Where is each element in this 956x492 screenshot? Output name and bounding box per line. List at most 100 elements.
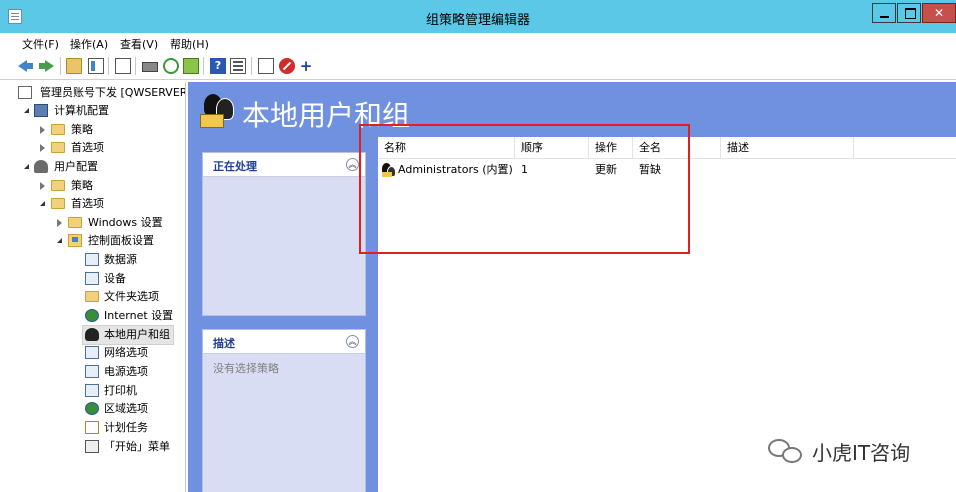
tree-pane: 管理员账号下发 [QWSERVER-0 计算机配置 策略 首选项 用户配置 策略… [14,82,186,492]
back-arrow-icon[interactable] [18,58,34,74]
menu-view[interactable]: 查看(V) [120,36,158,52]
clipboard-icon[interactable] [115,58,131,74]
toolbar-separator [108,57,109,75]
folder-icon [51,198,65,209]
refresh-icon[interactable] [163,58,179,74]
folder-options-icon [85,291,99,302]
column-header-description[interactable]: 描述 [721,137,854,159]
description-panel-body: 没有选择策略 [213,362,279,375]
watermark-text: 小虎IT咨询 [812,441,911,465]
policy-icon [18,86,32,99]
add-icon[interactable]: + [298,58,314,74]
tree-item-label: 网络选项 [104,346,148,359]
scheduled-task-icon [85,421,99,434]
column-header-order[interactable]: 顺序 [515,137,589,159]
content-title: 本地用户和组 [242,99,411,132]
folder-up-icon[interactable] [66,58,82,74]
tree-item-label: 首选项 [71,197,104,210]
expand-icon[interactable] [40,126,45,134]
processing-panel-header[interactable]: 正在处理 ︽ [203,153,365,177]
processing-panel: 正在处理 ︽ [202,152,366,316]
maximize-button[interactable] [897,3,921,23]
network-icon [85,346,99,359]
stop-icon[interactable] [279,58,295,74]
print-icon[interactable] [142,62,158,72]
data-source-icon [85,253,99,266]
menu-help[interactable]: 帮助(H) [170,36,209,52]
collapse-chevron-icon[interactable]: ︽ [346,335,359,348]
tree-item-label: 首选项 [71,141,104,154]
description-panel-header[interactable]: 描述 ︽ [203,330,365,354]
group-icon [382,163,396,177]
close-button[interactable] [922,3,956,23]
show-pane-icon[interactable] [88,58,104,74]
tree-item-label: 「开始」菜单 [104,440,170,453]
list-header: 名称 顺序 操作 全名 描述 [378,137,956,159]
cell-name: Administrators (内置) [398,163,513,176]
content-area: 本地用户和组 正在处理 ︽ 描述 ︽ 没有选择策略 名称 顺序 操作 全名 描述… [188,82,956,492]
folder-icon [68,217,82,228]
tree-item-label: 策略 [71,179,93,192]
column-header-action[interactable]: 操作 [589,137,633,159]
help-icon[interactable]: ? [210,58,226,74]
tree-item-label: 设备 [104,272,126,285]
toolbar: ? + [0,53,956,80]
menu-bar: 文件(F) 操作(A) 查看(V) 帮助(H) [0,33,956,53]
collapse-icon[interactable] [40,201,45,206]
processing-panel-title: 正在处理 [213,160,257,173]
tree-item-label: 策略 [71,123,93,136]
control-panel-icon [68,234,82,247]
tree-item-label: 区域选项 [104,402,148,415]
tree-item-label: Internet 设置 [104,309,174,322]
tree-item-label: 数据源 [104,253,137,266]
cell-fullname: 暂缺 [639,163,661,176]
minimize-button[interactable] [872,3,896,23]
tree-item-label: 文件夹选项 [104,290,159,303]
expand-icon[interactable] [40,144,45,152]
tree-item-label: 管理员账号下发 [QWSERVER-0 [40,86,186,99]
wechat-logo-icon [768,439,806,465]
forward-arrow-icon[interactable] [38,58,54,74]
tree-item-label: 打印机 [104,384,137,397]
tree-item-local-users-groups[interactable]: 本地用户和组 [82,325,174,345]
toolbar-separator [203,57,204,75]
device-icon [85,272,99,285]
globe-icon [85,402,99,415]
expand-icon[interactable] [57,219,62,227]
tree-item-label: 控制面板设置 [88,234,154,247]
window-title: 组策略管理编辑器 [425,13,530,28]
collapse-chevron-icon[interactable]: ︽ [346,158,359,171]
table-row[interactable]: Administrators (内置) 1 更新 暂缺 [378,160,956,180]
tree-item-label: 本地用户和组 [104,328,170,341]
cell-action: 更新 [595,163,617,176]
menu-file[interactable]: 文件(F) [22,36,59,52]
folder-icon [51,142,65,153]
tree-item-label: 用户配置 [54,160,98,173]
power-icon [85,365,99,378]
description-panel-title: 描述 [213,337,235,350]
toolbar-separator [135,57,136,75]
collapse-icon[interactable] [24,108,29,113]
expand-icon[interactable] [40,182,45,190]
users-icon [34,160,48,173]
column-header-name[interactable]: 名称 [378,137,515,159]
export-icon[interactable] [183,58,199,74]
menu-action[interactable]: 操作(A) [70,36,108,52]
description-panel: 描述 ︽ 没有选择策略 [202,329,366,492]
title-bar: 组策略管理编辑器 [0,0,956,33]
start-menu-icon [85,440,99,453]
grid-icon[interactable] [230,58,246,74]
collapse-icon[interactable] [57,238,62,243]
toolbar-separator [251,57,252,75]
collapse-icon[interactable] [24,164,29,169]
tree-item-label: 计算机配置 [54,104,109,117]
tree-item-label: 计划任务 [104,421,148,434]
column-header-fullname[interactable]: 全名 [633,137,721,159]
toolbar-separator [60,57,61,75]
local-users-groups-icon [200,94,236,128]
folder-icon [51,124,65,135]
properties-icon[interactable] [258,58,274,74]
users-icon [85,328,99,341]
tree-item-label: 电源选项 [104,365,148,378]
folder-icon [51,180,65,191]
